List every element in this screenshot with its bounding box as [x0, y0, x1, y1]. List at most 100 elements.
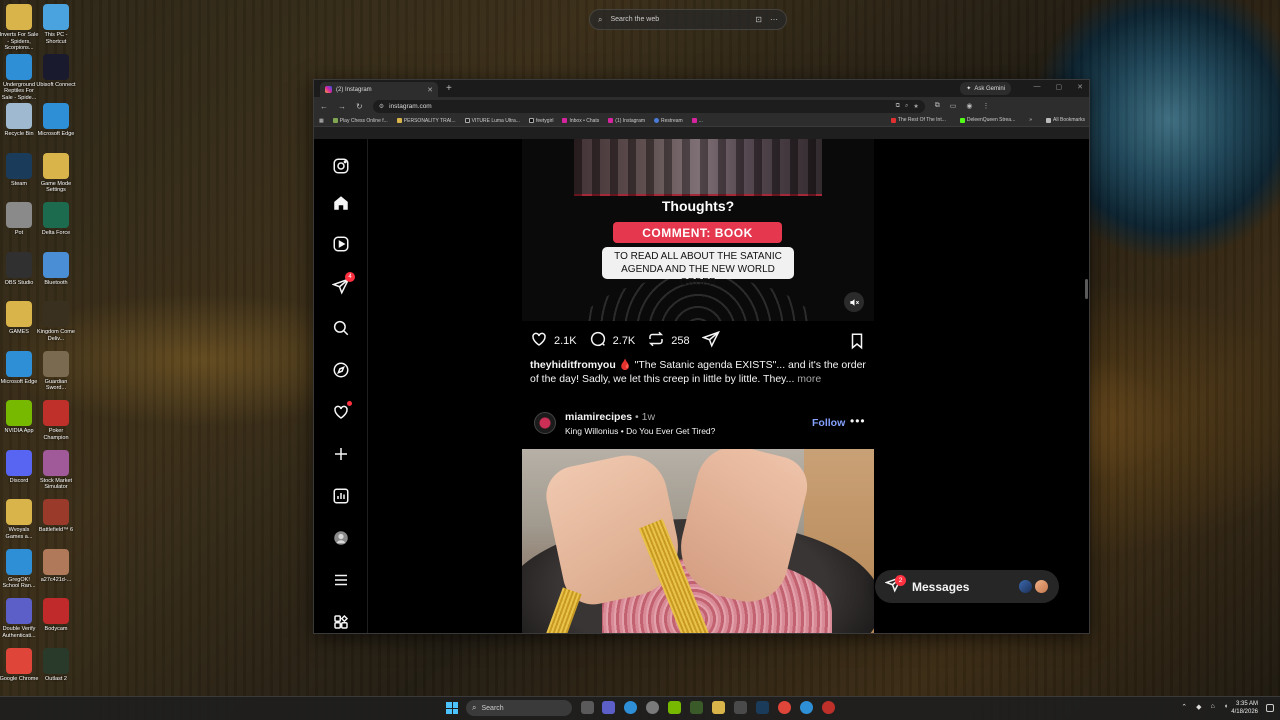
- notification-center-icon[interactable]: [1266, 704, 1274, 712]
- profile-avatar[interactable]: [331, 528, 351, 548]
- app-taskbar-icon[interactable]: [690, 701, 703, 714]
- desktop-shortcut[interactable]: Google Chrome: [0, 647, 39, 683]
- bookmark-item[interactable]: ...: [691, 118, 703, 124]
- all-bookmarks-folder[interactable]: All Bookmarks: [1046, 117, 1085, 123]
- desktop-shortcut[interactable]: Pot: [0, 202, 39, 237]
- desktop-shortcut[interactable]: Bluetooth: [36, 251, 76, 287]
- desktop-shortcut[interactable]: This PC - Shortcut: [36, 4, 76, 45]
- search-icon[interactable]: [331, 318, 351, 338]
- app-taskbar-icon[interactable]: [734, 701, 747, 714]
- desktop-shortcut[interactable]: Battlefield™ 6: [36, 499, 76, 534]
- follow-button[interactable]: Follow: [812, 417, 845, 429]
- more-bookmarks-chevron-icon[interactable]: »: [1029, 117, 1032, 123]
- explore-compass-icon[interactable]: [331, 360, 351, 380]
- bookmark-item[interactable]: The Rest Of The Int...: [890, 117, 946, 123]
- taskbar-search[interactable]: ⌕ Search: [466, 700, 572, 716]
- edge-taskbar-icon[interactable]: [800, 701, 813, 714]
- notifications-heart-icon[interactable]: [331, 401, 352, 422]
- comment-count[interactable]: 2.7K: [613, 335, 636, 347]
- comment-bubble-icon[interactable]: [589, 330, 607, 353]
- post-video[interactable]: [522, 449, 874, 633]
- bookmark-item[interactable]: (1) Instagram: [608, 118, 645, 124]
- bookmark-item[interactable]: Play Chess Online f...: [332, 118, 388, 124]
- tray-app-icon[interactable]: ◆: [1196, 703, 1201, 711]
- reload-icon[interactable]: ↻: [356, 102, 363, 111]
- site-info-icon[interactable]: ⚙: [379, 103, 384, 110]
- desktop-shortcut[interactable]: Kingdom Come Deliv...: [36, 301, 76, 342]
- desktop-shortcut[interactable]: Discord: [0, 449, 39, 485]
- install-app-icon[interactable]: ⧉: [896, 103, 900, 110]
- dashboard-icon[interactable]: [331, 486, 351, 506]
- bookmark-item[interactable]: PERSONALITY TRAI...: [396, 118, 456, 124]
- direct-messages-icon[interactable]: 4: [331, 272, 355, 296]
- volume-icon[interactable]: ◖: [1224, 703, 1228, 711]
- home-icon[interactable]: [331, 193, 351, 213]
- zoom-icon[interactable]: ⌕: [905, 103, 908, 110]
- apps-grid-icon[interactable]: ▦: [319, 118, 324, 124]
- desktop-shortcut[interactable]: GregOK! School Ran...: [0, 548, 39, 590]
- bookmark-item[interactable]: Inbox • Chats: [562, 118, 599, 124]
- desktop-shortcut[interactable]: Poker Champion: [36, 400, 76, 441]
- post-author-avatar[interactable]: [534, 412, 556, 434]
- clock[interactable]: 3:35 AM 4/18/2026: [1231, 700, 1258, 716]
- desktop-shortcut[interactable]: Double Verify Authenticati...: [0, 598, 39, 639]
- post-options-icon[interactable]: •••: [850, 414, 866, 428]
- post-video[interactable]: Thoughts? COMMENT: BOOK TO READ ALL ABOU…: [522, 139, 874, 321]
- desktop-shortcut[interactable]: Inverts For Sale - Spiders, Scorpions...: [0, 4, 39, 52]
- bookmark-item[interactable]: DeleenQueen Strea...: [959, 117, 1015, 123]
- menu-kebab-icon[interactable]: ⋮: [982, 102, 989, 110]
- camera-search-icon[interactable]: ⊡: [755, 15, 762, 24]
- close-window-button[interactable]: ✕: [1077, 83, 1083, 91]
- start-windows-icon[interactable]: [446, 702, 458, 714]
- reels-icon[interactable]: [331, 234, 351, 254]
- like-heart-icon[interactable]: [530, 330, 548, 353]
- web-search-widget[interactable]: ⌕ Search the web ⊡ ⋯: [589, 9, 787, 30]
- minimize-button[interactable]: —: [1034, 83, 1041, 91]
- steam-taskbar-icon[interactable]: [756, 701, 769, 714]
- desktop-shortcut[interactable]: Underground Reptiles For Sale - Spide...: [0, 53, 39, 102]
- desktop-shortcut[interactable]: Guardian Sword...: [36, 350, 76, 392]
- desktop-shortcut[interactable]: Wvoyals Games a...: [0, 499, 39, 540]
- create-plus-icon[interactable]: [331, 444, 351, 464]
- extensions-icon[interactable]: ⧉: [935, 102, 940, 110]
- file-explorer-icon[interactable]: [712, 701, 725, 714]
- desktop-shortcut[interactable]: NVIDIA App: [0, 400, 39, 435]
- caption-username[interactable]: theyhiditfromyou: [530, 359, 616, 371]
- bookmark-star-icon[interactable]: ★: [913, 103, 918, 110]
- like-count[interactable]: 2.1K: [554, 335, 577, 347]
- tab-instagram[interactable]: (2) Instagram ✕: [320, 82, 438, 97]
- instagram-logo-icon[interactable]: [331, 156, 351, 176]
- also-from-meta-icon[interactable]: [331, 612, 351, 632]
- bookmark-item[interactable]: Restream: [654, 118, 683, 124]
- desktop-shortcut[interactable]: Microsoft Edge: [36, 103, 76, 138]
- desktop-shortcut[interactable]: a27c421d-...: [36, 548, 76, 584]
- edge-taskbar-icon[interactable]: [624, 701, 637, 714]
- desktop-shortcut[interactable]: GAMES: [0, 301, 39, 336]
- side-panel-icon[interactable]: ▭: [950, 102, 957, 110]
- post-author-username[interactable]: miamirecipes: [565, 411, 632, 423]
- desktop-shortcut[interactable]: Microsoft Edge: [0, 350, 39, 386]
- caption-more-link[interactable]: more: [794, 373, 821, 385]
- url-text[interactable]: instagram.com: [389, 103, 891, 110]
- address-bar[interactable]: ⚙ instagram.com ⧉ ⌕ ★: [372, 99, 925, 113]
- back-arrow-icon[interactable]: ←: [320, 102, 328, 111]
- chrome-taskbar-icon[interactable]: [822, 701, 835, 714]
- share-send-icon[interactable]: [700, 330, 720, 353]
- messages-button[interactable]: 2 Messages: [875, 570, 1059, 603]
- shield-app-icon[interactable]: [602, 701, 615, 714]
- repost-icon[interactable]: [647, 330, 665, 353]
- muted-speaker-icon[interactable]: [844, 292, 864, 312]
- settings-gear-icon[interactable]: [646, 701, 659, 714]
- save-bookmark-icon[interactable]: [848, 332, 866, 355]
- desktop-shortcut[interactable]: Steam: [0, 152, 39, 188]
- bookmark-item[interactable]: feetygirl: [528, 118, 553, 124]
- maximize-button[interactable]: ▢: [1056, 83, 1063, 91]
- more-menu-icon[interactable]: [331, 570, 351, 590]
- desktop-shortcut[interactable]: Recycle Bin: [0, 103, 39, 138]
- task-view-icon[interactable]: [581, 701, 594, 714]
- repost-count[interactable]: 258: [671, 335, 689, 347]
- desktop-shortcut[interactable]: Game Mode Settings: [36, 152, 76, 194]
- profile-icon[interactable]: ◉: [966, 102, 972, 110]
- desktop-shortcut[interactable]: Bodycam: [36, 598, 76, 633]
- forward-arrow-icon[interactable]: →: [338, 102, 346, 111]
